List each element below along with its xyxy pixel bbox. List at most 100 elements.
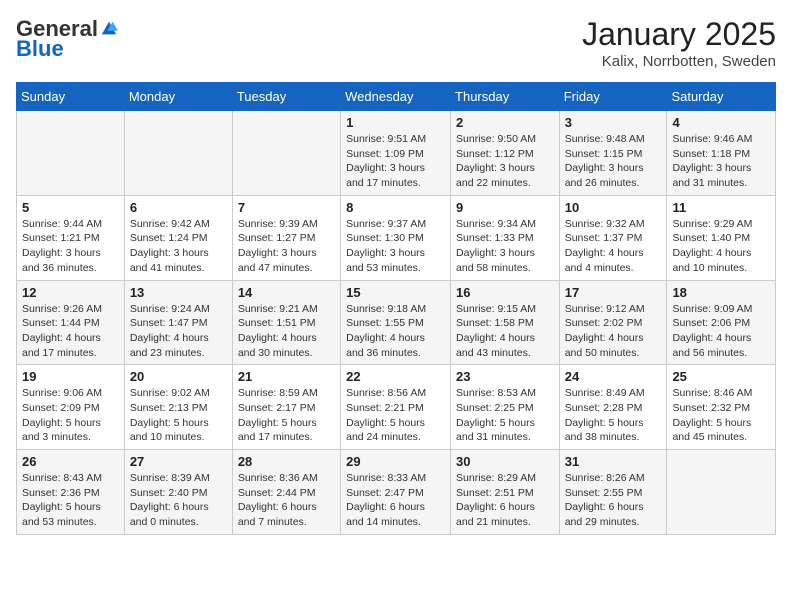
day-info: Sunrise: 8:26 AM Sunset: 2:55 PM Dayligh… [565, 471, 662, 530]
day-info: Sunrise: 8:53 AM Sunset: 2:25 PM Dayligh… [456, 386, 554, 445]
day-info: Sunrise: 9:51 AM Sunset: 1:09 PM Dayligh… [346, 132, 445, 191]
calendar-cell: 16Sunrise: 9:15 AM Sunset: 1:58 PM Dayli… [451, 280, 560, 365]
day-number: 28 [238, 454, 335, 469]
title-block: January 2025 Kalix, Norrbotten, Sweden [582, 16, 776, 70]
calendar-cell: 4 Sunrise: 9:46 AM Sunset: 1:18 PM Daylig… [667, 111, 776, 196]
calendar-cell: 27Sunrise: 8:39 AM Sunset: 2:40 PM Dayli… [124, 450, 232, 535]
weekday-header-friday: Friday [559, 83, 667, 111]
day-info: Sunrise: 9:39 AM Sunset: 1:27 PM Dayligh… [238, 217, 335, 276]
day-number: 6 [130, 200, 227, 215]
weekday-header-saturday: Saturday [667, 83, 776, 111]
calendar-week-3: 12 Sunrise: 9:26 AM Sunset: 1:44 PM Dayli… [17, 280, 776, 365]
calendar-cell: 23 Sunrise: 8:53 AM Sunset: 2:25 PM Dayli… [451, 365, 560, 450]
day-number: 7 [238, 200, 335, 215]
calendar-cell: 29 Sunrise: 8:33 AM Sunset: 2:47 PM Dayli… [341, 450, 451, 535]
day-info: Sunrise: 9:21 AM Sunset: 1:51 PM Dayligh… [238, 302, 335, 361]
day-info: Sunrise: 8:33 AM Sunset: 2:47 PM Dayligh… [346, 471, 445, 530]
day-info: Sunrise: 9:37 AM Sunset: 1:30 PM Dayligh… [346, 217, 445, 276]
day-number: 23 [456, 369, 554, 384]
day-info: Sunrise: 9:46 AM Sunset: 1:18 PM Dayligh… [672, 132, 770, 191]
calendar-week-1: 1 Sunrise: 9:51 AM Sunset: 1:09 PM Daylig… [17, 111, 776, 196]
day-info: Sunrise: 9:24 AM Sunset: 1:47 PM Dayligh… [130, 302, 227, 361]
calendar-cell: 12 Sunrise: 9:26 AM Sunset: 1:44 PM Dayli… [17, 280, 125, 365]
calendar-cell: 10Sunrise: 9:32 AM Sunset: 1:37 PM Dayli… [559, 195, 667, 280]
calendar-cell: 14 Sunrise: 9:21 AM Sunset: 1:51 PM Dayli… [232, 280, 340, 365]
calendar-cell: 30 Sunrise: 8:29 AM Sunset: 2:51 PM Dayli… [451, 450, 560, 535]
day-info: Sunrise: 8:36 AM Sunset: 2:44 PM Dayligh… [238, 471, 335, 530]
day-number: 17 [565, 285, 662, 300]
day-number: 24 [565, 369, 662, 384]
day-info: Sunrise: 9:48 AM Sunset: 1:15 PM Dayligh… [565, 132, 662, 191]
day-info: Sunrise: 9:42 AM Sunset: 1:24 PM Dayligh… [130, 217, 227, 276]
calendar-cell: 1 Sunrise: 9:51 AM Sunset: 1:09 PM Daylig… [341, 111, 451, 196]
logo-blue-text: Blue [16, 36, 64, 62]
day-number: 1 [346, 115, 445, 130]
day-info: Sunrise: 9:18 AM Sunset: 1:55 PM Dayligh… [346, 302, 445, 361]
day-number: 20 [130, 369, 227, 384]
calendar-cell: 20 Sunrise: 9:02 AM Sunset: 2:13 PM Dayli… [124, 365, 232, 450]
page-header: General Blue January 2025 Kalix, Norrbot… [16, 16, 776, 70]
day-info: Sunrise: 8:46 AM Sunset: 2:32 PM Dayligh… [672, 386, 770, 445]
day-info: Sunrise: 9:06 AM Sunset: 2:09 PM Dayligh… [22, 386, 119, 445]
day-number: 22 [346, 369, 445, 384]
calendar-cell: 17Sunrise: 9:12 AM Sunset: 2:02 PM Dayli… [559, 280, 667, 365]
day-info: Sunrise: 9:32 AM Sunset: 1:37 PM Dayligh… [565, 217, 662, 276]
calendar-cell: 24 Sunrise: 8:49 AM Sunset: 2:28 PM Dayli… [559, 365, 667, 450]
weekday-header-row: SundayMondayTuesdayWednesdayThursdayFrid… [17, 83, 776, 111]
day-info: Sunrise: 8:56 AM Sunset: 2:21 PM Dayligh… [346, 386, 445, 445]
calendar-cell: 2Sunrise: 9:50 AM Sunset: 1:12 PM Daylig… [451, 111, 560, 196]
calendar-cell [667, 450, 776, 535]
logo-icon [100, 20, 118, 38]
day-number: 18 [672, 285, 770, 300]
day-info: Sunrise: 9:34 AM Sunset: 1:33 PM Dayligh… [456, 217, 554, 276]
day-number: 31 [565, 454, 662, 469]
calendar-cell: 5Sunrise: 9:44 AM Sunset: 1:21 PM Daylig… [17, 195, 125, 280]
weekday-header-monday: Monday [124, 83, 232, 111]
calendar-cell: 11 Sunrise: 9:29 AM Sunset: 1:40 PM Dayli… [667, 195, 776, 280]
day-number: 30 [456, 454, 554, 469]
weekday-header-thursday: Thursday [451, 83, 560, 111]
day-info: Sunrise: 9:02 AM Sunset: 2:13 PM Dayligh… [130, 386, 227, 445]
day-number: 26 [22, 454, 119, 469]
calendar-cell: 8Sunrise: 9:37 AM Sunset: 1:30 PM Daylig… [341, 195, 451, 280]
day-number: 21 [238, 369, 335, 384]
calendar-cell [232, 111, 340, 196]
location: Kalix, Norrbotten, Sweden [582, 53, 776, 70]
day-info: Sunrise: 8:49 AM Sunset: 2:28 PM Dayligh… [565, 386, 662, 445]
day-info: Sunrise: 8:59 AM Sunset: 2:17 PM Dayligh… [238, 386, 335, 445]
day-info: Sunrise: 9:29 AM Sunset: 1:40 PM Dayligh… [672, 217, 770, 276]
day-info: Sunrise: 8:29 AM Sunset: 2:51 PM Dayligh… [456, 471, 554, 530]
day-number: 13 [130, 285, 227, 300]
calendar-cell: 26 Sunrise: 8:43 AM Sunset: 2:36 PM Dayli… [17, 450, 125, 535]
day-number: 27 [130, 454, 227, 469]
day-number: 14 [238, 285, 335, 300]
day-number: 2 [456, 115, 554, 130]
day-number: 16 [456, 285, 554, 300]
calendar-cell [17, 111, 125, 196]
calendar-cell: 3 Sunrise: 9:48 AM Sunset: 1:15 PM Daylig… [559, 111, 667, 196]
day-number: 9 [456, 200, 554, 215]
calendar-week-5: 26 Sunrise: 8:43 AM Sunset: 2:36 PM Dayli… [17, 450, 776, 535]
month-title: January 2025 [582, 16, 776, 53]
calendar-week-4: 19Sunrise: 9:06 AM Sunset: 2:09 PM Dayli… [17, 365, 776, 450]
day-number: 12 [22, 285, 119, 300]
day-number: 3 [565, 115, 662, 130]
day-info: Sunrise: 9:44 AM Sunset: 1:21 PM Dayligh… [22, 217, 119, 276]
day-number: 29 [346, 454, 445, 469]
logo: General Blue [16, 16, 118, 62]
calendar-cell: 28 Sunrise: 8:36 AM Sunset: 2:44 PM Dayli… [232, 450, 340, 535]
calendar-cell: 9 Sunrise: 9:34 AM Sunset: 1:33 PM Daylig… [451, 195, 560, 280]
calendar-cell: 15Sunrise: 9:18 AM Sunset: 1:55 PM Dayli… [341, 280, 451, 365]
calendar-cell: 21 Sunrise: 8:59 AM Sunset: 2:17 PM Dayli… [232, 365, 340, 450]
day-info: Sunrise: 8:43 AM Sunset: 2:36 PM Dayligh… [22, 471, 119, 530]
calendar-cell: 18Sunrise: 9:09 AM Sunset: 2:06 PM Dayli… [667, 280, 776, 365]
day-number: 4 [672, 115, 770, 130]
calendar-table: SundayMondayTuesdayWednesdayThursdayFrid… [16, 82, 776, 535]
day-info: Sunrise: 9:26 AM Sunset: 1:44 PM Dayligh… [22, 302, 119, 361]
day-number: 11 [672, 200, 770, 215]
calendar-cell: 6 Sunrise: 9:42 AM Sunset: 1:24 PM Daylig… [124, 195, 232, 280]
calendar-cell: 31 Sunrise: 8:26 AM Sunset: 2:55 PM Dayli… [559, 450, 667, 535]
calendar-cell: 7 Sunrise: 9:39 AM Sunset: 1:27 PM Daylig… [232, 195, 340, 280]
weekday-header-sunday: Sunday [17, 83, 125, 111]
calendar-cell: 13 Sunrise: 9:24 AM Sunset: 1:47 PM Dayli… [124, 280, 232, 365]
